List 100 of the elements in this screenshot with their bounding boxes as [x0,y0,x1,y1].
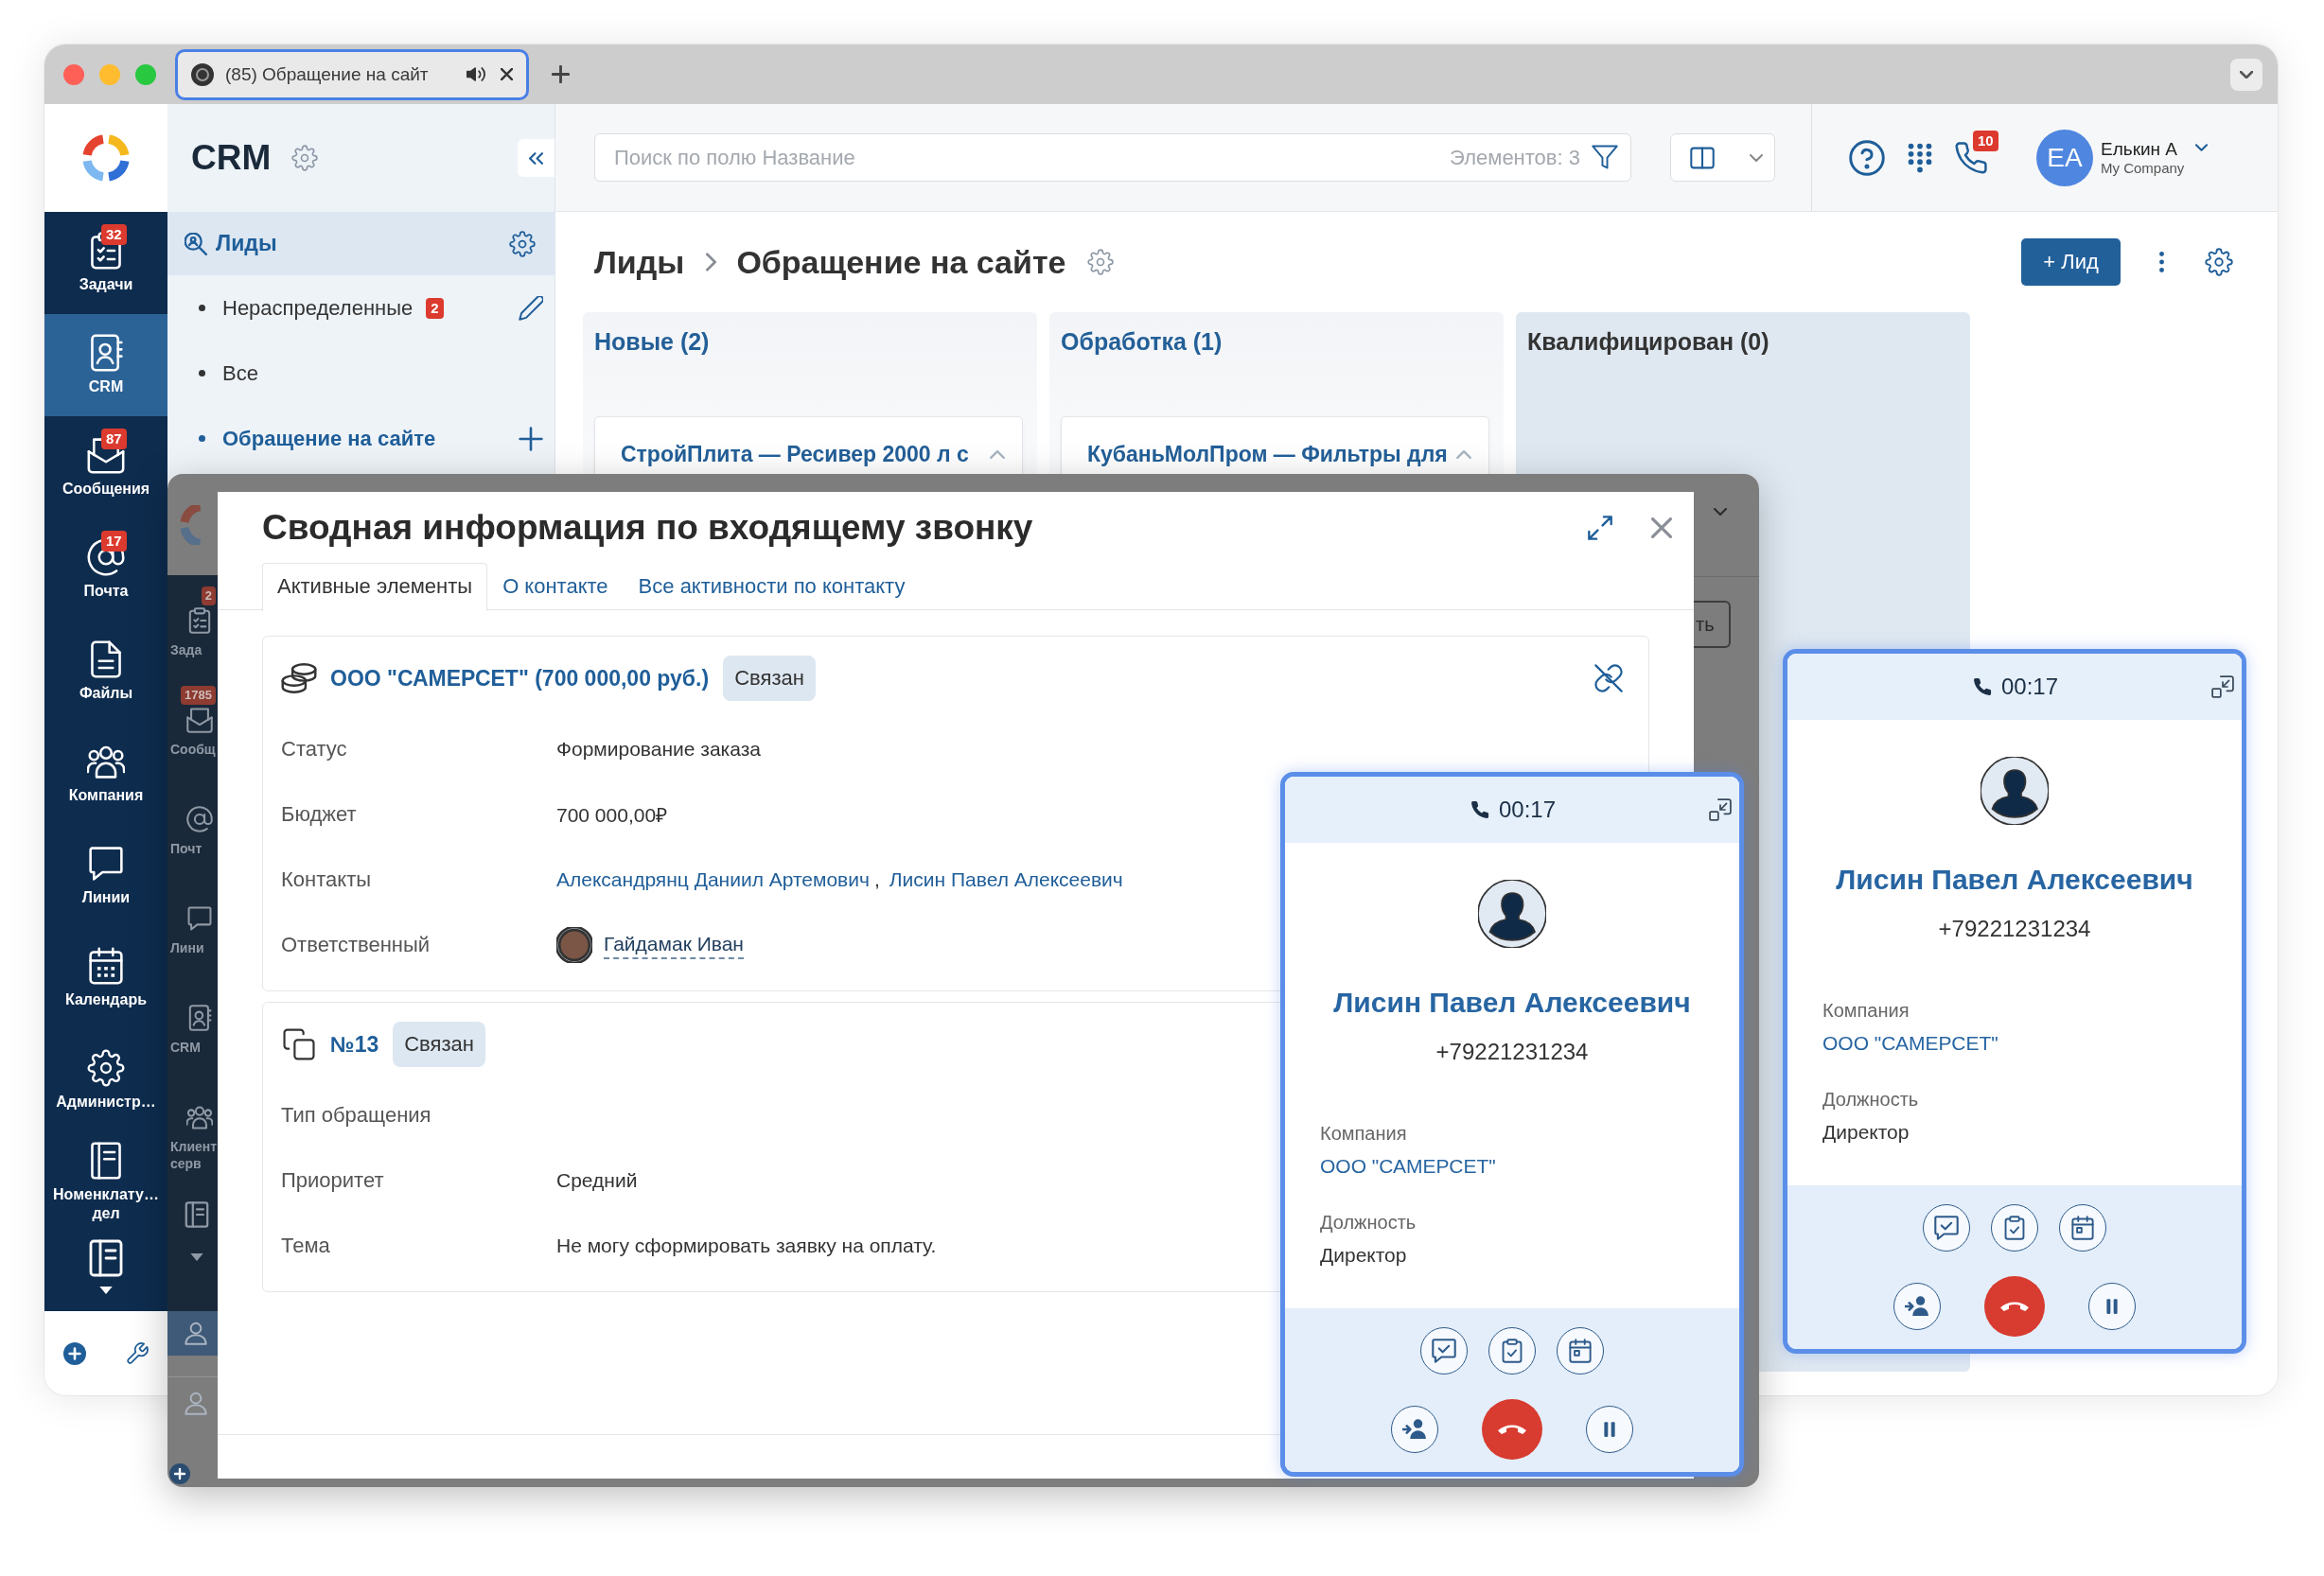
plus-circle-icon[interactable] [63,1341,86,1365]
partial-button[interactable]: ть [1694,601,1731,648]
plus-icon[interactable] [519,426,543,451]
sidebar-item[interactable]: 32 Задачи [44,212,167,314]
count-badge: 1785 [181,686,216,705]
sidebar-item[interactable]: Компания [44,723,167,825]
entity-link[interactable]: ООО "САМЕРСЕТ" (700 000,00 руб.) [330,665,710,692]
more-icon[interactable] [2159,252,2164,272]
minimize-icon[interactable] [1709,798,1732,821]
columns-icon [1690,146,1715,169]
meeting-button[interactable] [1557,1327,1604,1375]
card-title[interactable]: СтройПлита — Ресивер 2000 л с [621,440,969,468]
favicon-icon [191,62,214,86]
chevron-down-icon [2240,70,2253,79]
sidebar-label: Клиент серв [170,1138,218,1172]
sidebar-label: Лини [170,939,204,956]
pause-icon [1603,1421,1616,1438]
sidebar-item[interactable]: CRM [44,314,167,416]
tab[interactable]: Активные элементы [262,563,488,611]
field-value: 700 000,00₽ [556,802,668,828]
sidebar-label: CRM [170,1039,201,1056]
pencil-icon[interactable] [519,295,543,321]
filter-icon[interactable] [1592,145,1618,169]
company-link[interactable]: ООО "САМЕРСЕТ" [1320,1153,1496,1180]
chevron-down-icon[interactable] [2195,144,2209,151]
contact-link[interactable]: Лисин Павел Алексеевич [889,867,1123,891]
entity-link[interactable]: №13 [330,1031,379,1058]
settings-icon[interactable] [509,230,536,257]
unlink-icon[interactable] [1594,664,1623,692]
transfer-button[interactable] [1391,1406,1438,1453]
caret-down-icon[interactable] [99,1287,113,1294]
browser-tab[interactable]: (85) Обращение на сайт [175,48,529,100]
sidebar-item[interactable]: 87 Сообщения [44,416,167,518]
person-add-icon [1402,1417,1427,1442]
document-icon[interactable] [87,1239,125,1277]
tab-list-button[interactable] [2230,58,2262,91]
double-chevron-left-icon [529,151,543,165]
settings-icon[interactable] [2205,248,2233,276]
view-switch-button[interactable] [1670,133,1775,182]
nav-section[interactable]: Лиды [167,212,555,275]
comment-button[interactable] [1923,1204,1970,1252]
contact-link[interactable]: Александрянц Даниил Артемович [556,867,870,891]
card-title[interactable]: КубаньМолПром — Фильтры для [1087,440,1448,468]
zoom-dot-icon[interactable] [135,63,156,85]
sidebar-item[interactable]: Линии [44,825,167,927]
caller-name[interactable]: Лисин Павел Алексеевич [1836,861,2193,899]
caller-name[interactable]: Лисин Павел Алексеевич [1333,984,1691,1022]
minimize-icon[interactable] [2211,675,2234,698]
meeting-button[interactable] [2059,1204,2106,1252]
logo-icon[interactable] [81,133,131,183]
close-dot-icon[interactable] [63,63,84,85]
task-button[interactable] [1488,1327,1536,1375]
person-add-icon [1905,1294,1929,1319]
add-lead-button[interactable]: + Лид [2021,238,2121,286]
sidebar-item[interactable]: Номенклату… дел [44,1131,167,1234]
nav-item[interactable]: Нераспределенные 2 [167,275,555,341]
sidebar-item[interactable]: Календарь [44,927,167,1029]
phone-icon [1972,677,1992,696]
hold-button[interactable] [2088,1283,2136,1330]
sidebar-item[interactable]: Файлы [44,621,167,723]
nav-item[interactable]: Все [167,341,555,406]
collapse-button[interactable] [518,139,555,177]
minimize-dot-icon[interactable] [99,63,120,85]
company-link[interactable]: ООО "САМЕРСЕТ" [1822,1030,1998,1057]
person-link[interactable]: Гайдамак Иван [604,930,744,959]
document-icon [184,1201,210,1228]
hang-up-icon [1498,1424,1526,1435]
count-badge: 2 [201,587,216,605]
tab[interactable]: Все активности по контакту [623,563,921,610]
expand-icon[interactable] [1588,516,1612,540]
user-icon [185,1322,207,1345]
chat-bubble-icon [186,905,213,932]
plus-circle-icon [169,1463,190,1484]
page-title: Обращение на сайте [736,243,1066,281]
task-button[interactable] [1991,1204,2038,1252]
column-title: Квалифицирован (0) [1527,327,1770,357]
user-name[interactable]: Елькин А [2101,138,2185,160]
status-badge: Связан [723,656,816,701]
breadcrumb-link[interactable]: Лиды [594,243,685,281]
nav-item[interactable]: Обращение на сайте [167,406,555,471]
wrench-icon[interactable] [126,1341,149,1365]
hold-button[interactable] [1586,1406,1633,1453]
settings-icon[interactable] [1086,249,1114,275]
field-label: Должность [1320,1211,1417,1235]
dialpad-icon[interactable] [1908,142,1932,173]
field-label: Бюджет [281,801,357,827]
tab[interactable]: О контакте [487,563,624,610]
help-icon[interactable] [1849,139,1885,176]
count-badge: 17 [101,531,127,552]
comment-button[interactable] [1420,1327,1468,1375]
speaker-icon[interactable] [467,66,485,82]
documents-icon [281,1028,317,1060]
close-icon[interactable] [501,68,513,80]
sidebar-item[interactable]: Администр… [44,1029,167,1131]
plus-icon[interactable] [552,65,570,83]
user-avatar[interactable]: EA [2036,129,2093,186]
count-badge: 87 [101,429,127,449]
transfer-button[interactable] [1893,1283,1941,1330]
chevron-down-icon [1750,153,1763,162]
sidebar-item[interactable]: 17 Почта [44,518,167,621]
